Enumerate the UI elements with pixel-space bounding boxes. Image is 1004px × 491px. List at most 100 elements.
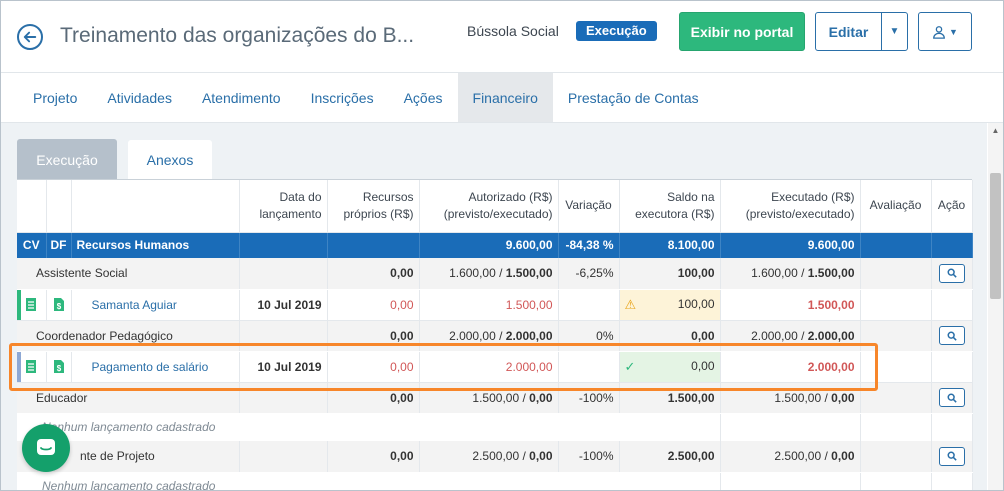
row-avaliacao — [860, 382, 932, 414]
search-button[interactable] — [938, 263, 965, 283]
edit-dropdown-toggle[interactable]: ▼ — [882, 13, 907, 50]
tab-atendimento[interactable]: Atendimento — [187, 73, 296, 122]
df-cell[interactable]: $ — [46, 289, 72, 321]
table-row: Assistente Social 0,00 1.600,00 / 1.500,… — [17, 258, 973, 290]
tab-prestacao-de-contas[interactable]: Prestação de Contas — [553, 73, 714, 122]
row-avaliacao — [860, 289, 932, 321]
row-recursos: 0,00 — [327, 382, 420, 414]
row-autorizado: 2.500,00 / 0,00 — [419, 441, 559, 473]
entry-link[interactable]: Samanta Aguiar — [71, 289, 240, 321]
chat-launcher-button[interactable] — [22, 424, 70, 472]
receipt-icon — [26, 360, 37, 374]
row-saldo: 100,00 — [619, 258, 721, 290]
row-executado: 1.500,00 / 0,00 — [720, 382, 861, 414]
row-saldo: ✓ 0,00 — [619, 351, 721, 383]
row-executado: 1.600,00 / 1.500,00 — [720, 258, 861, 290]
group-avaliacao — [860, 232, 932, 258]
subtab-execucao[interactable]: Execução — [17, 139, 117, 181]
check-icon: ✓ — [624, 358, 636, 374]
show-in-portal-button[interactable]: Exibir no portal — [679, 12, 805, 51]
row-name: Coordenador Pedagógico — [17, 320, 240, 352]
row-name: Educador — [17, 382, 240, 414]
scroll-thumb[interactable] — [990, 173, 1001, 299]
group-saldo: 8.100,00 — [619, 232, 721, 258]
cv-cell[interactable] — [17, 289, 47, 321]
row-avaliacao — [860, 320, 932, 352]
financial-table: Data do lançamento Recursos próprios (R$… — [17, 179, 973, 490]
empty-message: Nenhum lançamento cadastrado — [17, 413, 721, 441]
search-button[interactable] — [938, 326, 965, 345]
group-variacao: -84,38 % — [558, 232, 620, 258]
group-autorizado: 9.600,00 — [419, 232, 559, 258]
group-recursos — [327, 232, 420, 258]
user-menu-button[interactable]: ▼ — [918, 12, 972, 51]
tab-acoes[interactable]: Ações — [389, 73, 458, 122]
row-date — [239, 441, 328, 473]
row-recursos: 0,00 — [327, 289, 420, 321]
app-window: Treinamento das organizações do B... Bús… — [0, 0, 1004, 491]
subtab-anexos[interactable]: Anexos — [128, 140, 212, 180]
search-icon — [947, 393, 957, 403]
receipt-icon — [26, 298, 37, 312]
row-avaliacao — [860, 441, 932, 473]
group-row-recursos-humanos: CV DF Recursos Humanos 9.600,00 -84,38 %… — [17, 232, 973, 258]
row-executado: 2.500,00 / 0,00 — [720, 441, 861, 473]
search-button[interactable] — [938, 388, 965, 407]
main-nav-tabs: Projeto Atividades Atendimento Inscriçõe… — [1, 73, 1003, 123]
row-date — [239, 382, 328, 414]
page-title: Treinamento das organizações do B... — [60, 24, 415, 47]
row-recursos: 0,00 — [327, 320, 420, 352]
content-area: Execução Anexos Data do lançamento Recur… — [1, 123, 987, 490]
user-icon — [933, 25, 945, 39]
search-icon — [947, 268, 957, 278]
header-avaliacao: Avaliação — [860, 180, 932, 233]
row-action — [931, 382, 973, 414]
tab-inscricoes[interactable]: Inscrições — [296, 73, 389, 122]
row-executado: 2.000,00 / 2.000,00 — [720, 320, 861, 352]
edit-button[interactable]: Editar — [816, 13, 882, 50]
tab-financeiro[interactable]: Financeiro — [457, 73, 553, 122]
empty-cell — [931, 472, 973, 490]
header-saldo: Saldo na executora (R$) — [619, 180, 721, 233]
svg-text:$: $ — [56, 302, 61, 311]
group-name: Recursos Humanos — [71, 232, 240, 258]
row-autorizado: 1.500,00 / 0,00 — [419, 382, 559, 414]
row-variacao: -100% — [558, 441, 620, 473]
row-autorizado: 2.000,00 — [419, 351, 559, 383]
row-variacao: 0% — [558, 320, 620, 352]
df-cell[interactable]: $ — [46, 351, 72, 383]
page-header: Treinamento das organizações do B... Bús… — [1, 1, 1003, 73]
warning-icon: ⚠ — [624, 296, 637, 312]
empty-row: Nenhum lançamento cadastrado — [17, 413, 973, 441]
tab-atividades[interactable]: Atividades — [92, 73, 187, 122]
header-acao: Ação — [931, 180, 973, 233]
row-action — [931, 320, 973, 352]
invoice-icon: $ — [53, 298, 64, 312]
row-variacao — [558, 351, 620, 383]
row-action — [931, 441, 973, 473]
caret-down-icon: ▼ — [889, 26, 900, 37]
row-name: Assistente Social — [17, 258, 240, 290]
row-variacao — [558, 289, 620, 321]
row-executado: 2.000,00 — [720, 351, 861, 383]
row-recursos: 0,00 — [327, 258, 420, 290]
edit-button-group: Editar ▼ — [815, 12, 908, 51]
organization-name: Bússola Social — [467, 23, 559, 39]
row-date: 10 Jul 2019 — [239, 351, 328, 383]
search-button[interactable] — [938, 446, 965, 466]
scroll-up-icon[interactable]: ▲ — [988, 123, 1003, 138]
vertical-scrollbar[interactable]: ▲ — [988, 123, 1003, 490]
caret-down-icon: ▼ — [949, 26, 958, 37]
group-date — [239, 232, 328, 258]
row-variacao: -100% — [558, 382, 620, 414]
header-data-lancamento: Data do lançamento — [239, 180, 328, 233]
table-row: Educador 0,00 1.500,00 / 0,00 -100% 1.50… — [17, 382, 973, 414]
tab-projeto[interactable]: Projeto — [18, 73, 92, 122]
svg-text:$: $ — [56, 364, 61, 373]
invoice-icon: $ — [53, 360, 64, 374]
cv-cell[interactable] — [17, 351, 47, 383]
row-saldo: 2.500,00 — [619, 441, 721, 473]
back-button[interactable] — [17, 24, 43, 50]
entry-link[interactable]: Pagamento de salário — [71, 351, 240, 383]
table-row: $ Pagamento de salário 10 Jul 2019 0,00 … — [17, 351, 973, 383]
